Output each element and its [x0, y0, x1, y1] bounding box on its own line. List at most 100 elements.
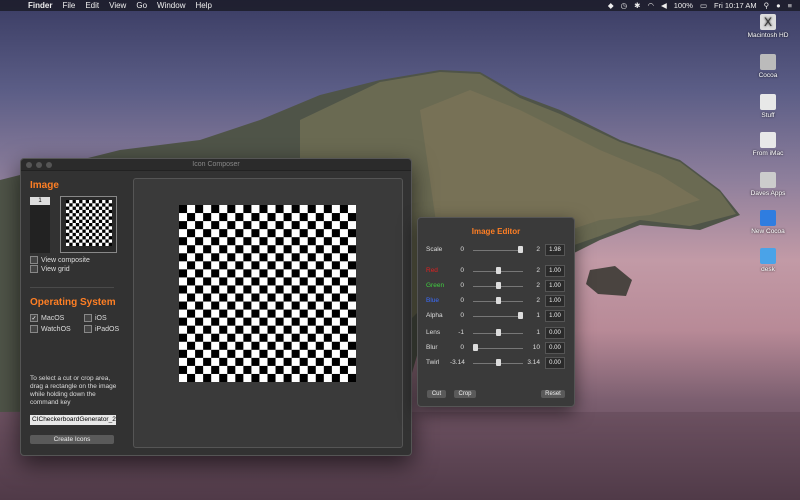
checkbox-box[interactable] — [30, 325, 38, 333]
desktop-icon-desk[interactable]: desk — [740, 248, 796, 273]
checker-square — [105, 239, 109, 243]
desktop-icon-daves-apps[interactable]: Daves Apps — [740, 172, 796, 197]
clock[interactable]: Fri 10:17 AM — [714, 1, 757, 10]
slider-value-field[interactable]: 1.98 — [545, 244, 565, 256]
checker-square — [267, 357, 276, 366]
checker-square — [95, 203, 99, 207]
checker-square — [85, 200, 89, 204]
slider-knob[interactable] — [495, 359, 501, 366]
slider-min: 0 — [460, 246, 464, 253]
menu-view[interactable]: View — [109, 1, 126, 10]
bluetooth-icon[interactable]: ✱ — [634, 1, 640, 10]
slider-track[interactable] — [473, 348, 523, 349]
wifi-icon[interactable]: ◠ — [647, 1, 654, 10]
desktop-icon-macintosh-hd[interactable]: X Macintosh HD — [740, 14, 796, 39]
checker-square — [347, 373, 356, 382]
menu-file[interactable]: File — [62, 1, 75, 10]
checker-square — [179, 317, 188, 326]
menu-go[interactable]: Go — [136, 1, 147, 10]
filter-name-field[interactable]: CICheckerboardGenerator_2 — [30, 415, 116, 425]
os-watchos-checkbox[interactable]: WatchOS — [30, 325, 71, 333]
slider-label: Lens — [426, 329, 441, 336]
checkbox-box[interactable] — [84, 314, 92, 322]
slider-value-field[interactable]: 0.00 — [545, 357, 565, 369]
cut-button[interactable]: Cut — [427, 390, 446, 398]
desktop-icon-stuff[interactable]: Stuff — [740, 94, 796, 119]
slider-knob[interactable] — [495, 297, 501, 304]
menu-help[interactable]: Help — [195, 1, 211, 10]
checker-square — [89, 236, 93, 240]
desktop-icon-from-imac[interactable]: From iMac — [740, 132, 796, 157]
image-canvas[interactable] — [133, 178, 403, 448]
slider-track[interactable] — [473, 250, 523, 251]
slider-value-field[interactable]: 1.00 — [545, 310, 565, 322]
battery-icon[interactable]: ▭ — [700, 1, 707, 10]
slider-max: 2 — [536, 246, 540, 253]
checker-square — [95, 236, 99, 240]
checker-square — [291, 301, 300, 310]
os-ipados-checkbox[interactable]: iPadOS — [84, 325, 119, 333]
image-preview[interactable] — [60, 196, 117, 253]
checker-square — [195, 365, 204, 374]
checker-square — [243, 301, 252, 310]
slider-knob[interactable] — [495, 282, 501, 289]
checker-square — [195, 253, 204, 262]
checker-square — [339, 269, 348, 278]
title-bar[interactable]: Icon Composer — [21, 159, 411, 171]
checker-square — [179, 237, 188, 246]
spotlight-icon[interactable]: ⚲ — [764, 1, 770, 10]
checkbox-box[interactable] — [84, 325, 92, 333]
slider-knob[interactable] — [517, 246, 523, 253]
menu-window[interactable]: Window — [157, 1, 185, 10]
slider-max: 3.14 — [527, 359, 540, 366]
checkbox-box[interactable] — [30, 256, 38, 264]
slider-knob[interactable] — [518, 312, 523, 319]
checker-square — [219, 373, 228, 382]
view-composite-checkbox[interactable]: View composite — [30, 256, 90, 264]
checker-square — [98, 200, 103, 204]
view-grid-checkbox[interactable]: View grid — [30, 265, 70, 273]
battery-percent[interactable]: 100% — [674, 1, 693, 10]
slider-knob[interactable] — [473, 344, 478, 351]
volume-icon[interactable]: ◀ — [661, 1, 667, 10]
checker-square — [323, 253, 332, 262]
control-center-icon[interactable]: ≡ — [788, 1, 792, 10]
thumbnail-column[interactable]: 1 — [30, 197, 50, 253]
checker-square — [211, 365, 220, 374]
time-machine-icon[interactable]: ◷ — [621, 1, 628, 10]
checker-square — [275, 221, 284, 230]
slider-row-twirl: Twirl -3.14 3.14 0.00 — [418, 357, 574, 369]
desktop-icon-new-cocoa[interactable]: New Cocoa — [740, 210, 796, 235]
checker-square — [227, 205, 236, 214]
reset-button[interactable]: Reset — [541, 390, 565, 398]
checker-square — [267, 213, 276, 222]
os-macos-checkbox[interactable]: ✓ MacOS — [30, 314, 64, 322]
menu-edit[interactable]: Edit — [85, 1, 99, 10]
menu-app-finder[interactable]: Finder — [28, 1, 52, 10]
slider-min: -1 — [458, 329, 464, 336]
slider-max: 1 — [536, 312, 540, 319]
checkbox-box[interactable]: ✓ — [30, 314, 38, 322]
slider-knob[interactable] — [495, 329, 501, 336]
checker-square — [203, 309, 212, 318]
slider-value-field[interactable]: 0.00 — [545, 327, 565, 339]
checker-square — [108, 242, 112, 246]
os-ios-checkbox[interactable]: iOS — [84, 314, 107, 322]
checkbox-box[interactable] — [30, 265, 38, 273]
slider-value-field[interactable]: 1.00 — [545, 265, 565, 277]
slider-knob[interactable] — [495, 267, 501, 274]
desktop-icon-cocoa[interactable]: Cocoa — [740, 54, 796, 79]
create-icons-button[interactable]: Create Icons — [30, 435, 114, 444]
user-avatar-icon[interactable]: ● — [776, 1, 781, 10]
checker-square — [347, 357, 356, 366]
crop-button[interactable]: Crop — [454, 390, 476, 398]
checker-square — [203, 245, 212, 254]
slider-value-field[interactable]: 1.00 — [545, 295, 565, 307]
checker-square — [85, 226, 89, 230]
slider-track[interactable] — [473, 316, 523, 317]
dropbox-icon[interactable]: ◆ — [608, 1, 614, 10]
slider-value-field[interactable]: 0.00 — [545, 342, 565, 354]
checker-square — [203, 261, 212, 270]
checker-square — [108, 203, 112, 207]
slider-value-field[interactable]: 1.00 — [545, 280, 565, 292]
